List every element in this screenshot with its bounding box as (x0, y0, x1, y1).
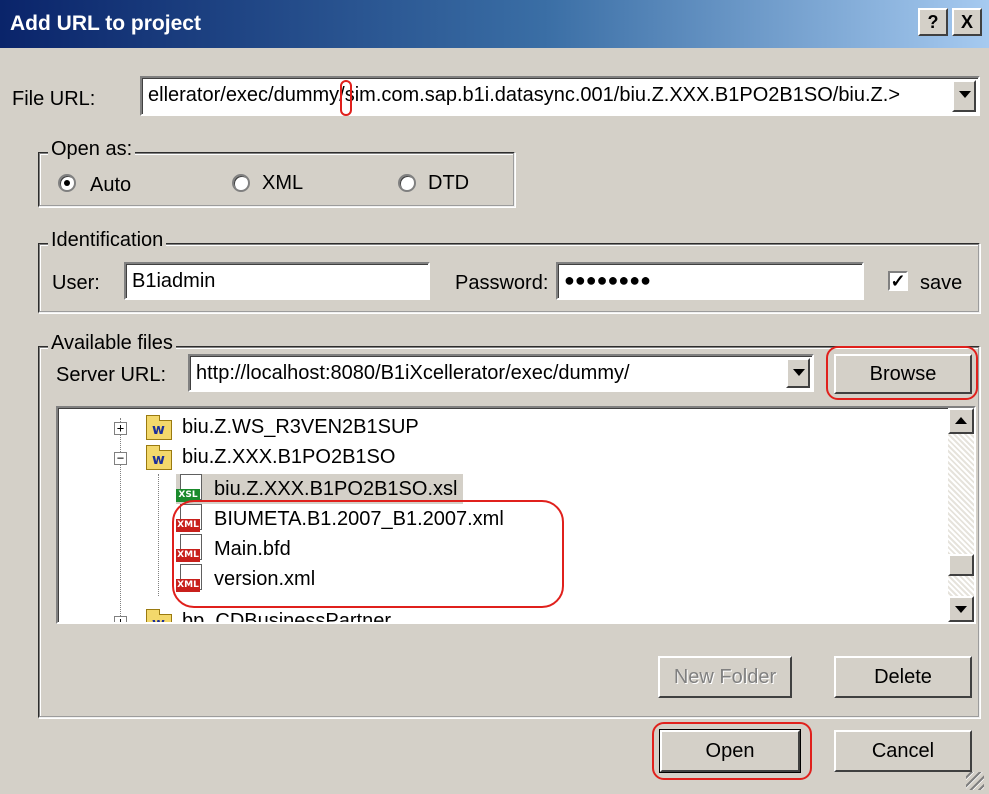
annotation-mark (826, 346, 978, 400)
tree-line (158, 474, 159, 596)
cancel-button[interactable]: Cancel (834, 730, 972, 772)
resize-grip-icon[interactable] (966, 772, 984, 790)
user-value[interactable]: B1iadmin (132, 270, 215, 293)
folder-icon: w (146, 609, 172, 622)
server-url-label: Server URL: (56, 364, 167, 386)
close-button[interactable]: X (952, 8, 982, 36)
radio-xml-icon[interactable] (232, 174, 250, 192)
annotation-mark (172, 500, 564, 608)
radio-auto-icon[interactable] (58, 174, 76, 192)
tree-item-label: bp_CDBusinessPartner (182, 610, 391, 624)
user-label: User: (52, 272, 100, 294)
file-url-label: File URL: (12, 88, 96, 110)
password-value[interactable]: ●●●●●●●● (564, 270, 651, 291)
server-url-combobox[interactable]: http://localhost:8080/B1iXcellerator/exe… (188, 354, 814, 392)
password-label: Password: (455, 272, 549, 294)
radio-dtd-icon[interactable] (398, 174, 416, 192)
open-as-legend: Open as: (48, 138, 136, 161)
server-url-value[interactable]: http://localhost:8080/B1iXcellerator/exe… (196, 362, 782, 385)
file-url-combobox[interactable]: ellerator/exec/dummy/sim.com.sap.b1i.dat… (140, 76, 980, 116)
tree-item-label: biu.Z.XXX.B1PO2B1SO.xsl (214, 478, 458, 500)
radio-dtd-label: DTD (428, 172, 470, 194)
delete-button[interactable]: Delete (834, 656, 972, 698)
window-title: Add URL to project (10, 12, 201, 35)
save-checkbox[interactable]: ✓ save (888, 271, 978, 295)
radio-xml[interactable]: XML (232, 170, 352, 198)
vertical-scrollbar[interactable] (948, 408, 974, 622)
collapse-icon[interactable]: − (114, 452, 127, 465)
save-label: save (920, 272, 963, 294)
folder-icon: w (146, 445, 172, 470)
tree-item-label: biu.Z.XXX.B1PO2B1SO (182, 446, 396, 468)
checkmark-icon[interactable]: ✓ (888, 271, 908, 291)
password-field[interactable]: ●●●●●●●● (556, 262, 864, 300)
title-bar[interactable]: Add URL to project ? X (0, 0, 989, 48)
scroll-down-icon[interactable] (948, 596, 974, 622)
annotation-mark (340, 80, 352, 116)
folder-icon: w (146, 415, 172, 440)
server-url-dropdown-icon[interactable] (786, 358, 810, 388)
radio-dtd[interactable]: DTD (398, 170, 508, 198)
annotation-mark (652, 722, 812, 780)
expand-icon[interactable]: + (114, 616, 127, 622)
user-field[interactable]: B1iadmin (124, 262, 430, 300)
scroll-thumb[interactable] (948, 554, 974, 576)
tree-line (120, 418, 121, 618)
file-url-dropdown-icon[interactable] (952, 80, 976, 112)
help-button[interactable]: ? (918, 8, 948, 36)
tree-item-label: biu.Z.WS_R3VEN2B1SUP (182, 416, 419, 438)
identification-legend: Identification (48, 229, 167, 252)
new-folder-button[interactable]: New Folder (658, 656, 792, 698)
expand-icon[interactable]: + (114, 422, 127, 435)
radio-xml-label: XML (262, 172, 304, 194)
radio-auto-label: Auto (90, 174, 132, 196)
available-files-legend: Available files (48, 332, 176, 355)
scroll-up-icon[interactable] (948, 408, 974, 434)
file-url-value[interactable]: ellerator/exec/dummy/sim.com.sap.b1i.dat… (148, 84, 948, 107)
radio-auto[interactable]: Auto (58, 170, 198, 198)
